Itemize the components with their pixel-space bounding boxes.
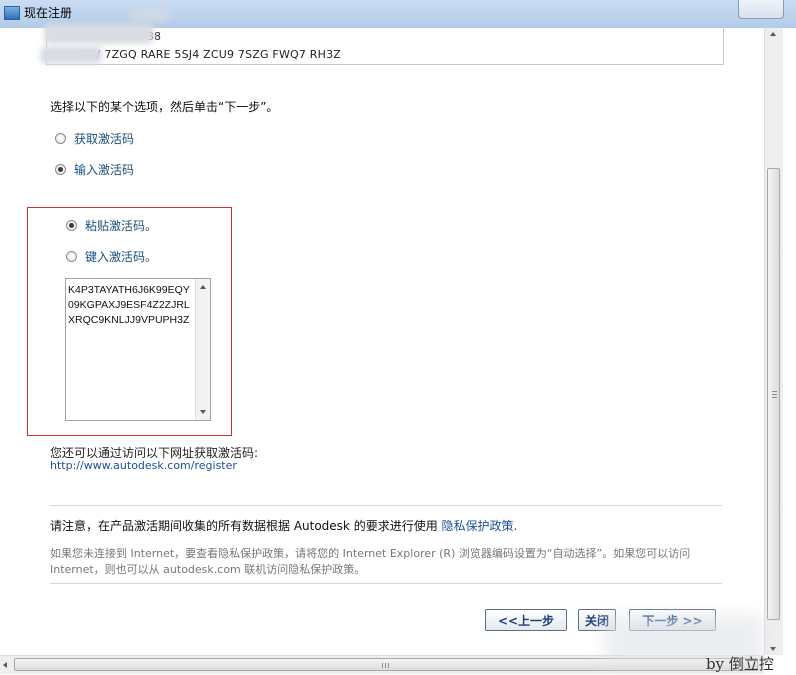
grip-line [772,394,777,395]
option-type-code-label: 键入激活码。 [85,250,158,264]
scroll-down-icon[interactable] [200,410,206,414]
scroll-up-icon[interactable] [200,285,206,289]
privacy-notice-text: 请注意，在产品激活期间收集的所有数据根据 Autodesk 的要求进行使用 [50,519,442,533]
watermark-signature: by 倒立控 [706,655,774,673]
window-close-button[interactable] [738,0,784,19]
option-enter-code-label: 输入激活码 [74,163,135,177]
vertical-scroll-thumb[interactable] [767,168,780,620]
vertical-scrollbar[interactable] [764,28,783,655]
radio-type-code[interactable] [66,251,77,262]
scroll-left-arrow-icon[interactable] [3,662,7,668]
activation-code-textarea[interactable]: K4P3TAYATH6J6K99EQY09KGPAXJ9ESF4Z2ZJRLXR… [65,278,211,421]
option-get-code-label: 获取激活码 [74,132,135,146]
option-paste-code[interactable]: 粘贴激活码。 [66,217,157,234]
window-title: 现在注册 [24,6,73,20]
offline-privacy-note: 如果您未连接到 Internet，要查看隐私保护政策，请将您的 Internet… [50,547,691,576]
grip-line [772,397,777,398]
privacy-policy-link[interactable]: 隐私保护政策. [442,519,518,533]
redaction-smudge [44,24,154,44]
app-icon [4,6,20,20]
divider [50,505,722,506]
option-enter-code[interactable]: 输入激活码 [55,161,134,178]
option-type-code[interactable]: 键入激活码。 [66,248,157,265]
scroll-up-arrow-icon[interactable] [770,32,776,36]
instruction-text: 选择以下的某个选项，然后单击“下一步”。 [50,100,279,114]
redaction-smudge [130,8,170,22]
scroll-down-arrow-icon[interactable] [770,647,776,651]
divider [50,583,722,584]
grip-line [385,663,386,668]
textarea-scrollbar[interactable] [195,279,210,420]
grip-line [772,391,777,392]
license-line-2: JEW 7ZGQ RARE 5SJ4 ZCU9 7SZG FWQ7 RH3Z [79,48,342,61]
radio-enter-code[interactable] [55,164,66,175]
option-get-code[interactable]: 获取激活码 [55,130,134,147]
privacy-notice: 请注意，在产品激活期间收集的所有数据根据 Autodesk 的要求进行使用 隐私… [50,517,517,534]
radio-paste-code[interactable] [66,220,77,231]
option-paste-code-label: 粘贴激活码。 [85,219,158,233]
activation-code-text[interactable]: K4P3TAYATH6J6K99EQY09KGPAXJ9ESF4Z2ZJRLXR… [68,283,192,328]
radio-get-code[interactable] [55,133,66,144]
grip-line [382,663,383,668]
back-button[interactable]: <<上一步 [485,609,567,631]
redaction-smudge [40,46,102,64]
register-link[interactable]: http://www.autodesk.com/register [50,459,237,472]
grip-line [388,663,389,668]
